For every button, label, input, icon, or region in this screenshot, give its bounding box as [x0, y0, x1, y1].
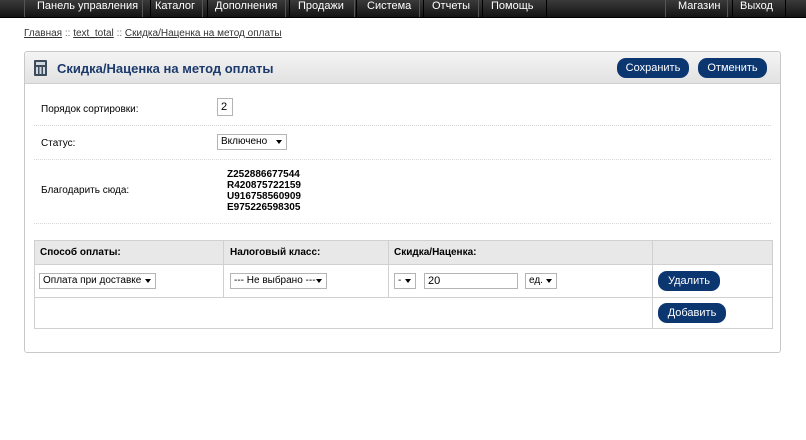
add-button[interactable]: Добавить — [658, 303, 726, 323]
settings-panel: Скидка/Наценка на метод оплаты Сохранить… — [24, 51, 781, 353]
payment-method-value: Оплата при доставке — [43, 275, 142, 286]
breadcrumb-separator: :: — [116, 28, 123, 39]
table-row: Оплата при доставке --- Не выбрано --- -… — [35, 265, 772, 298]
nav-item-dashboard[interactable]: Панель управления — [24, 0, 152, 17]
column-header-payment: Способ оплаты: — [40, 247, 121, 258]
nav-item-help[interactable]: Помощь — [478, 0, 547, 17]
form-row-sort-order: Порядок сортировки: 2 — [34, 92, 771, 126]
tax-class-select[interactable]: --- Не выбрано --- — [230, 273, 327, 289]
chevron-down-icon — [145, 279, 151, 283]
table-header-row: Способ оплаты: Налоговый класс: Скидка/Н… — [35, 241, 772, 265]
tax-class-value: --- Не выбрано --- — [234, 275, 316, 286]
status-label: Статус: — [41, 138, 76, 149]
page-title: Скидка/Наценка на метод оплаты — [57, 61, 274, 76]
chevron-down-icon — [405, 279, 411, 283]
status-select[interactable]: Включено — [217, 134, 287, 150]
breadcrumb-separator: :: — [64, 28, 71, 39]
chevron-down-icon — [316, 279, 322, 283]
sign-value: - — [398, 275, 402, 286]
nav-item-catalog[interactable]: Каталог — [142, 0, 208, 17]
breadcrumb-current-link[interactable]: Скидка/Наценка на метод оплаты — [125, 28, 282, 39]
nav-item-system[interactable]: Система — [354, 0, 425, 17]
nav-item-sales[interactable]: Продажи — [285, 0, 357, 17]
wallet-value: Z252886677544 — [227, 169, 300, 180]
thanks-label: Благодарить сюда: — [41, 185, 130, 196]
unit-select[interactable]: ед. — [525, 273, 557, 289]
wallet-value: E975226598305 — [227, 202, 301, 213]
panel-header: Скидка/Наценка на метод оплаты Сохранить… — [25, 52, 780, 84]
save-button[interactable]: Сохранить — [617, 58, 689, 78]
top-navigation-bar: Панель управления Каталог Дополнения Про… — [0, 0, 806, 18]
sort-order-input[interactable]: 2 — [217, 98, 233, 116]
wallet-value: R420875722159 — [227, 180, 301, 191]
payment-discount-table: Способ оплаты: Налоговый класс: Скидка/Н… — [34, 240, 773, 329]
breadcrumb-total-link[interactable]: text_total — [73, 28, 114, 39]
status-select-value: Включено — [221, 136, 268, 147]
wallet-list: Z252886677544 R420875722159 U91675856090… — [227, 169, 301, 213]
breadcrumb: Главная :: text_total :: Скидка/Наценка … — [24, 28, 282, 39]
wallet-value: U916758560909 — [227, 191, 301, 202]
nav-item-reports[interactable]: Отчеты — [419, 0, 484, 17]
unit-value: ед. — [529, 275, 543, 286]
chevron-down-icon — [276, 140, 282, 144]
amount-input[interactable]: 20 — [424, 273, 518, 289]
form-row-thanks: Благодарить сюда: Z252886677544 R4208757… — [34, 160, 771, 224]
cancel-button[interactable]: Отменить — [698, 58, 767, 78]
chevron-down-icon — [546, 279, 552, 283]
calculator-icon — [34, 60, 47, 76]
breadcrumb-home-link[interactable]: Главная — [24, 28, 62, 39]
sort-order-label: Порядок сортировки: — [41, 104, 139, 115]
sign-select[interactable]: - — [394, 273, 416, 289]
nav-item-store[interactable]: Магазин — [665, 0, 734, 17]
nav-item-extensions[interactable]: Дополнения — [202, 0, 291, 17]
form-row-status: Статус: Включено — [34, 126, 771, 160]
column-header-discount: Скидка/Наценка: — [394, 247, 477, 258]
nav-item-logout[interactable]: Выход — [727, 0, 786, 17]
column-header-tax-class: Налоговый класс: — [230, 247, 321, 258]
delete-button[interactable]: Удалить — [658, 271, 720, 291]
payment-method-select[interactable]: Оплата при доставке — [39, 273, 156, 289]
